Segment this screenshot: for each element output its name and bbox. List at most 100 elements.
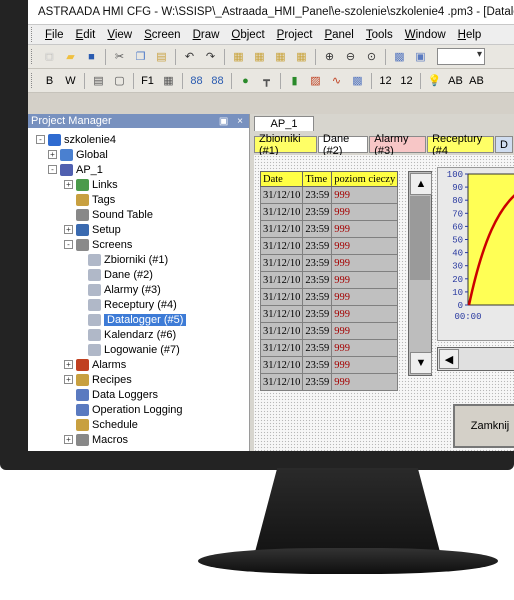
design-canvas[interactable]: Date Time poziom cieczy 31/12/10 23:59 999 31… bbox=[254, 155, 514, 451]
save-button[interactable]: ■ bbox=[82, 47, 101, 66]
tree-item-zbiorniki-1[interactable]: Zbiorniki (#1) bbox=[76, 252, 168, 267]
tab-screen-5[interactable]: D bbox=[495, 136, 513, 153]
menu-window[interactable]: Window bbox=[399, 29, 452, 41]
toolbar-grip[interactable] bbox=[31, 73, 35, 88]
open-folder-button[interactable]: ▰ bbox=[61, 47, 80, 66]
table-row[interactable]: 31/12/10 23:59 999 bbox=[259, 203, 399, 221]
menu-draw[interactable]: Draw bbox=[187, 29, 226, 41]
table-row[interactable]: 31/12/10 23:59 999 bbox=[259, 373, 399, 391]
menu-screen[interactable]: Screen bbox=[138, 29, 186, 41]
trend-button[interactable]: ∿ bbox=[327, 71, 346, 90]
tab-ap-1[interactable]: AP_1 bbox=[254, 116, 314, 131]
tree-item-tags[interactable]: Tags bbox=[64, 192, 115, 207]
menu-tools[interactable]: Tools bbox=[360, 29, 399, 41]
alarm-display-button[interactable]: ▨ bbox=[306, 71, 325, 90]
table-row[interactable]: 31/12/10 23:59 999 bbox=[259, 305, 399, 323]
screen-paste-button[interactable]: ▦ bbox=[292, 47, 311, 66]
tree-item-data-loggers[interactable]: Data Loggers bbox=[64, 387, 158, 402]
value-button[interactable]: 12 bbox=[397, 71, 416, 90]
image-button[interactable]: ▩ bbox=[348, 71, 367, 90]
screen-copy-button[interactable]: ▦ bbox=[271, 47, 290, 66]
scroll-down-icon[interactable]: ▼ bbox=[410, 352, 432, 374]
cut-button[interactable]: ✂ bbox=[110, 47, 129, 66]
tree-item-alarmy-3[interactable]: Alarmy (#3) bbox=[76, 282, 161, 297]
tree-item-global[interactable]: + Global bbox=[48, 147, 108, 162]
tree-item-screens[interactable]: - Screens bbox=[64, 237, 132, 252]
table-row[interactable]: 31/12/10 23:59 999 bbox=[259, 271, 399, 289]
expand-icon[interactable]: + bbox=[64, 180, 73, 189]
table-row[interactable]: 31/12/10 23:59 999 bbox=[259, 322, 399, 340]
frame-button[interactable]: ▢ bbox=[110, 71, 129, 90]
undo-button[interactable]: ↶ bbox=[180, 47, 199, 66]
tree-item-recipes[interactable]: + Recipes bbox=[64, 372, 132, 387]
table-row[interactable]: 31/12/10 23:59 999 bbox=[259, 186, 399, 204]
menu-project[interactable]: Project bbox=[271, 29, 319, 41]
grid-button[interactable]: ▩ bbox=[390, 47, 409, 66]
toolbar-combo[interactable] bbox=[437, 48, 485, 65]
menu-file[interactable]: File bbox=[39, 29, 70, 41]
close-button[interactable]: Zamknij bbox=[453, 404, 514, 448]
menu-help[interactable]: Help bbox=[452, 29, 488, 41]
toolbar-grip[interactable] bbox=[31, 49, 35, 64]
tree-item-ap-1[interactable]: - AP_1 bbox=[48, 162, 103, 177]
table-row[interactable]: 31/12/10 23:59 999 bbox=[259, 339, 399, 357]
numeric-display-button[interactable]: 88 bbox=[187, 71, 206, 90]
tree-item-operation-logging[interactable]: Operation Logging bbox=[64, 402, 183, 417]
tab-screen-2[interactable]: Dane (#2) bbox=[317, 133, 369, 157]
text-button[interactable]: 12 bbox=[376, 71, 395, 90]
align-button[interactable]: ▤ bbox=[89, 71, 108, 90]
table-row[interactable]: 31/12/10 23:59 999 bbox=[259, 220, 399, 238]
tab-screen-4[interactable]: Receptury (#4 bbox=[427, 133, 495, 157]
tree-item-dane-2[interactable]: Dane (#2) bbox=[76, 267, 153, 282]
table-scrollbar[interactable]: ▲ ▼ bbox=[408, 171, 432, 376]
tree-item-logowanie-7[interactable]: Logowanie (#7) bbox=[76, 342, 180, 357]
expand-icon[interactable]: + bbox=[64, 360, 73, 369]
text-list-button[interactable]: AB bbox=[467, 71, 486, 90]
table-row[interactable]: 31/12/10 23:59 999 bbox=[259, 237, 399, 255]
menu-panel[interactable]: Panel bbox=[318, 29, 359, 41]
menu-object[interactable]: Object bbox=[225, 29, 270, 41]
expand-icon[interactable]: + bbox=[48, 150, 57, 159]
tab-screen-3[interactable]: Alarmy (#3) bbox=[369, 133, 427, 157]
tree-item-kalendarz-6[interactable]: Kalendarz (#6) bbox=[76, 327, 176, 342]
expand-icon[interactable]: + bbox=[64, 225, 73, 234]
trend-scrollbar[interactable]: ◀ bbox=[437, 347, 514, 371]
scroll-thumb[interactable] bbox=[410, 196, 430, 280]
zoom-out-button[interactable]: ⊖ bbox=[341, 47, 360, 66]
pin-close-icons[interactable]: ▣ × bbox=[219, 116, 246, 127]
bulb-button[interactable]: 💡 bbox=[425, 71, 444, 90]
window-button[interactable]: W bbox=[61, 71, 80, 90]
screen-add-button[interactable]: ▦ bbox=[229, 47, 248, 66]
redo-button[interactable]: ↷ bbox=[201, 47, 220, 66]
scroll-left-icon[interactable]: ◀ bbox=[439, 349, 459, 369]
bold-button[interactable]: B bbox=[40, 71, 59, 90]
table-row[interactable]: 31/12/10 23:59 999 bbox=[259, 288, 399, 306]
bargraph-button[interactable]: ▮ bbox=[285, 71, 304, 90]
slider-button[interactable]: ┳ bbox=[257, 71, 276, 90]
table-button[interactable]: ▦ bbox=[159, 71, 178, 90]
table-row[interactable]: 31/12/10 23:59 999 bbox=[259, 356, 399, 374]
datalog-table[interactable]: Date Time poziom cieczy 31/12/10 23:59 999 31… bbox=[259, 171, 399, 391]
menubar-grip[interactable] bbox=[31, 27, 35, 42]
menu-edit[interactable]: Edit bbox=[70, 29, 102, 41]
zoom-in-button[interactable]: ⊕ bbox=[320, 47, 339, 66]
screen-remove-button[interactable]: ▦ bbox=[250, 47, 269, 66]
copy-button[interactable]: ❐ bbox=[131, 47, 150, 66]
paste-button[interactable]: ▤ bbox=[152, 47, 171, 66]
tree-item-macros[interactable]: + Macros bbox=[64, 432, 128, 447]
ab-switch-button[interactable]: AB bbox=[446, 71, 465, 90]
tab-screen-1[interactable]: Zbiorniki (#1) bbox=[254, 133, 317, 157]
tree-item-links[interactable]: + Links bbox=[64, 177, 118, 192]
collapse-icon[interactable]: - bbox=[48, 165, 57, 174]
tree-item-receptury-4[interactable]: Receptury (#4) bbox=[76, 297, 177, 312]
lamp-button[interactable]: ● bbox=[236, 71, 255, 90]
tree-item-sound-table[interactable]: Sound Table bbox=[64, 207, 153, 222]
collapse-icon[interactable]: - bbox=[64, 240, 73, 249]
f1-key-button[interactable]: F1 bbox=[138, 71, 157, 90]
tree-item-setup[interactable]: + Setup bbox=[64, 222, 121, 237]
expand-icon[interactable]: + bbox=[64, 435, 73, 444]
trend-chart[interactable]: 100 90 80 70 60 50 40 30 20 10 0 00:00 bbox=[437, 167, 514, 341]
menu-view[interactable]: View bbox=[101, 29, 138, 41]
table-row[interactable]: 31/12/10 23:59 999 bbox=[259, 254, 399, 272]
numeric-input-button[interactable]: 88 bbox=[208, 71, 227, 90]
